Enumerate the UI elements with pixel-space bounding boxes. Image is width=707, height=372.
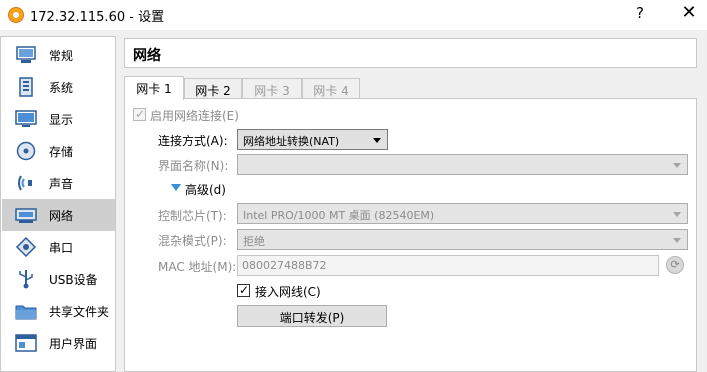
general-icon: [16, 46, 36, 63]
tab-adapter-3[interactable]: 网卡 3: [242, 78, 302, 99]
storage-icon: [16, 141, 36, 161]
attached-to-label: 连接方式(A):: [158, 134, 228, 148]
adapter-type-select[interactable]: Intel PRO/1000 MT 桌面 (82540EM): [237, 203, 688, 224]
cable-connected-checkbox[interactable]: ✓: [237, 283, 250, 297]
attached-to-value: 网络地址转换(NAT): [243, 135, 340, 148]
network-icon: [15, 208, 37, 223]
promiscuous-mode-value: 拒绝: [243, 235, 265, 248]
promiscuous-mode-select[interactable]: 拒绝: [237, 229, 688, 250]
name-label: 界面名称(N):: [158, 159, 229, 173]
name-select[interactable]: [237, 154, 688, 175]
sidebar-item-label: 显示: [49, 113, 74, 127]
sidebar-item-label: 系统: [49, 81, 74, 95]
sidebar-item-system[interactable]: 系统: [2, 71, 115, 103]
chevron-down-icon: [673, 238, 681, 243]
user-interface-icon: [15, 334, 37, 352]
title-bar: 172.32.115.60 - 设置 ? ✕: [0, 0, 707, 30]
sidebar-item-label: 声音: [49, 177, 74, 191]
window-title: 172.32.115.60 - 设置: [30, 10, 165, 25]
adapter-type-label: 控制芯片(T):: [158, 209, 227, 223]
chevron-down-icon: [373, 138, 381, 143]
sidebar-item-serial-port[interactable]: 串口: [2, 231, 115, 263]
audio-icon: [18, 175, 32, 191]
checkmark-icon: ✓: [135, 107, 146, 121]
settings-sidebar: 常规 系统 显示 存储 声音 网络 串口 USB设备 共享文件夹 用户界面: [0, 36, 116, 372]
shared-folder-icon: [15, 305, 37, 320]
sidebar-item-label: 常规: [49, 49, 74, 63]
serial-port-icon: [15, 237, 37, 257]
enable-adapter-label: 启用网络连接(E): [150, 109, 239, 123]
refresh-mac-icon[interactable]: ⟳: [666, 256, 684, 274]
sidebar-item-storage[interactable]: 存储: [2, 135, 115, 167]
virtualbox-app-icon: [8, 7, 24, 23]
mac-address-value: 080027488B72: [242, 259, 327, 272]
sidebar-item-label: 存储: [49, 145, 74, 159]
enable-adapter-checkbox[interactable]: ✓: [133, 107, 146, 121]
mac-address-label: MAC 地址(M):: [158, 260, 237, 274]
sidebar-item-label: 用户界面: [49, 337, 98, 351]
sidebar-item-network[interactable]: 网络: [2, 199, 115, 231]
page-header: 网络: [124, 38, 697, 68]
sidebar-item-shared-folders[interactable]: 共享文件夹: [2, 295, 115, 327]
chevron-down-icon: [673, 212, 681, 217]
system-icon: [19, 77, 33, 97]
sidebar-item-label: 串口: [49, 241, 74, 255]
tab-adapter-2[interactable]: 网卡 2: [184, 78, 242, 99]
display-icon: [15, 110, 37, 127]
close-button[interactable]: ✕: [678, 2, 700, 24]
sidebar-item-general[interactable]: 常规: [2, 39, 115, 71]
sidebar-item-user-interface[interactable]: 用户界面: [2, 327, 115, 359]
sidebar-item-usb[interactable]: USB设备: [2, 263, 115, 295]
attached-to-select[interactable]: 网络地址转换(NAT): [237, 129, 388, 150]
port-forwarding-button[interactable]: 端口转发(P): [237, 305, 387, 327]
checkmark-icon: ✓: [239, 283, 250, 297]
cable-connected-label: 接入网线(C): [255, 285, 321, 299]
adapter-type-value: Intel PRO/1000 MT 桌面 (82540EM): [243, 209, 435, 222]
sidebar-item-audio[interactable]: 声音: [2, 167, 115, 199]
sidebar-item-display[interactable]: 显示: [2, 103, 115, 135]
advanced-toggle[interactable]: 高级(d): [185, 181, 226, 198]
page-title: 网络: [133, 48, 161, 64]
sidebar-item-label: USB设备: [49, 273, 98, 287]
sidebar-item-label: 共享文件夹: [49, 305, 110, 319]
help-button[interactable]: ?: [630, 4, 650, 24]
chevron-down-icon: [673, 163, 681, 168]
expand-triangle-icon[interactable]: [171, 184, 181, 191]
sidebar-item-label: 网络: [49, 209, 74, 223]
mac-address-field[interactable]: 080027488B72: [237, 255, 659, 276]
tab-adapter-1[interactable]: 网卡 1: [124, 76, 184, 100]
promiscuous-mode-label: 混杂模式(P):: [158, 234, 227, 248]
usb-icon: [19, 270, 33, 289]
tab-adapter-4[interactable]: 网卡 4: [302, 78, 360, 99]
